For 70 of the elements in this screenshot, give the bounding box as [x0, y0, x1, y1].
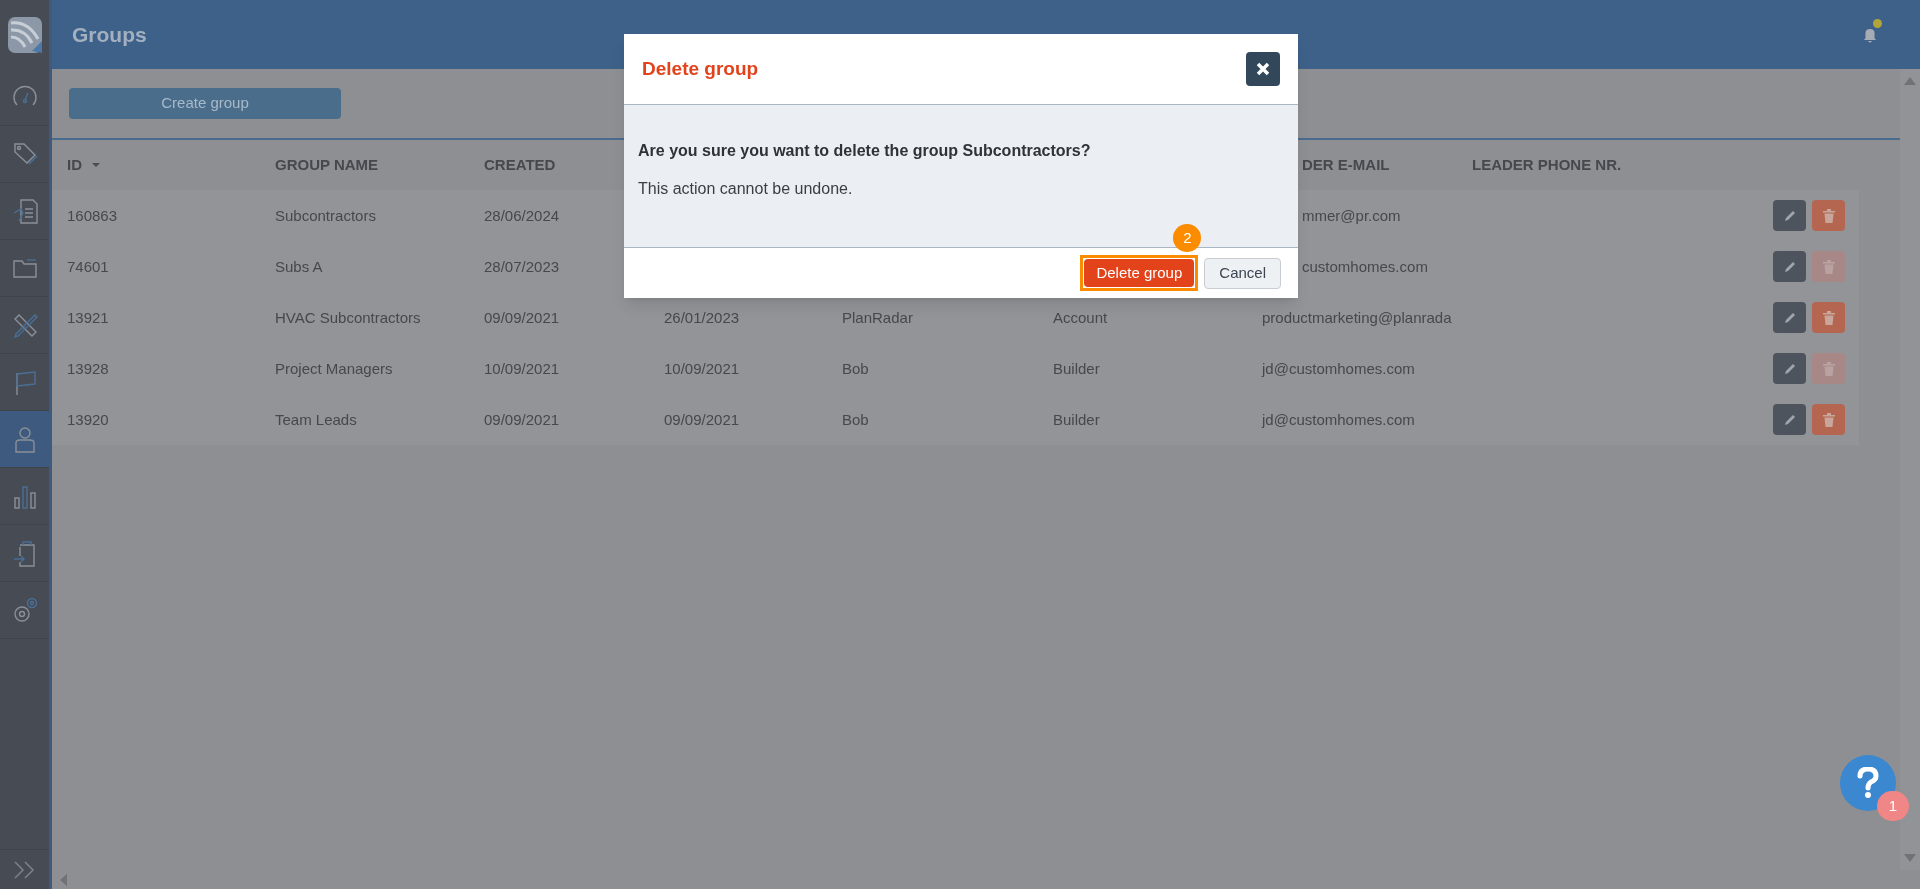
trash-icon [1822, 310, 1835, 325]
step-badge: 2 [1173, 224, 1202, 252]
table-cell: Builder [1053, 359, 1100, 377]
table-cell: 13928 [67, 359, 109, 377]
table-cell: 28/07/2023 [484, 257, 560, 275]
table-cell: 10/09/2021 [664, 359, 740, 377]
trash-icon [1822, 208, 1835, 223]
pencil-icon [1783, 311, 1796, 324]
delete-group-button[interactable]: Delete group [1084, 259, 1195, 287]
column-header[interactable]: LEADER PHONE NR. [1472, 153, 1622, 177]
trash-icon [1822, 259, 1835, 274]
sidebar-item[interactable] [0, 411, 49, 468]
create-group-button[interactable]: Create group [69, 88, 341, 119]
table-cell: Account [1053, 308, 1108, 326]
expand-icon[interactable] [12, 860, 37, 879]
column-header[interactable]: ID [67, 153, 82, 177]
table-cell: 74601 [67, 257, 109, 275]
table-cell: Project Managers [275, 359, 393, 377]
table-cell: 26/01/2023 [664, 308, 740, 326]
table-cell: productmarketing@planrada [1262, 308, 1452, 326]
table-cell: Subs A [275, 257, 323, 275]
table-cell: mmer@pr.com [1302, 206, 1401, 224]
table-cell: HVAC Subcontractors [275, 308, 421, 326]
dialog-title: Delete group [642, 56, 759, 81]
close-icon [1256, 62, 1270, 76]
table-cell: customhomes.com [1302, 257, 1428, 275]
delete-button[interactable] [1812, 302, 1845, 333]
table-cell: Subcontractors [275, 206, 376, 224]
dialog-question: Are you sure you want to delete the group Subcontractors? [638, 141, 1092, 161]
pencil-icon [1783, 362, 1796, 375]
pencil-icon [1783, 209, 1796, 222]
dialog-note: This action cannot be undone. [638, 179, 854, 199]
close-button[interactable] [1246, 52, 1280, 86]
cancel-button[interactable]: Cancel [1204, 257, 1281, 289]
pencil-icon [1783, 413, 1796, 426]
scroll-down-icon[interactable] [1904, 854, 1916, 862]
scroll-up-icon[interactable] [1904, 77, 1916, 85]
table-cell: jd@customhomes.com [1262, 359, 1415, 377]
trash-icon [1822, 412, 1835, 427]
sort-caret-icon[interactable] [92, 163, 100, 167]
table-cell: 09/09/2021 [484, 410, 560, 428]
scroll-left-icon[interactable] [60, 873, 67, 886]
question-mark-icon [1857, 767, 1879, 799]
edit-button[interactable] [1773, 200, 1806, 231]
pencil-icon [1783, 260, 1796, 273]
table-cell: PlanRadar [842, 308, 913, 326]
table-cell: 160863 [67, 206, 118, 224]
table-cell: Bob [842, 410, 869, 428]
column-header[interactable]: CREATED [484, 153, 556, 177]
trash-icon [1822, 361, 1835, 376]
table-cell: Bob [842, 359, 869, 377]
delete-button[interactable] [1812, 404, 1845, 435]
edit-button[interactable] [1773, 302, 1806, 333]
table-cell: 10/09/2021 [484, 359, 560, 377]
table-cell: Team Leads [275, 410, 357, 428]
column-header[interactable]: GROUP NAME [275, 153, 379, 177]
table-cell: 13920 [67, 410, 109, 428]
table-cell: 09/09/2021 [484, 308, 560, 326]
table-cell: 09/09/2021 [664, 410, 740, 428]
table-cell: 28/06/2024 [484, 206, 560, 224]
table-cell: jd@customhomes.com [1262, 410, 1415, 428]
column-header[interactable]: DER E-MAIL [1302, 153, 1390, 177]
table-cell: 13921 [67, 308, 109, 326]
logo-icon[interactable] [7, 16, 42, 53]
table-cell: Builder [1053, 410, 1100, 428]
delete-button[interactable] [1812, 200, 1845, 231]
page-title: Groups [72, 21, 147, 48]
edit-button[interactable] [1773, 353, 1806, 384]
edit-button[interactable] [1773, 404, 1806, 435]
edit-button[interactable] [1773, 251, 1806, 282]
